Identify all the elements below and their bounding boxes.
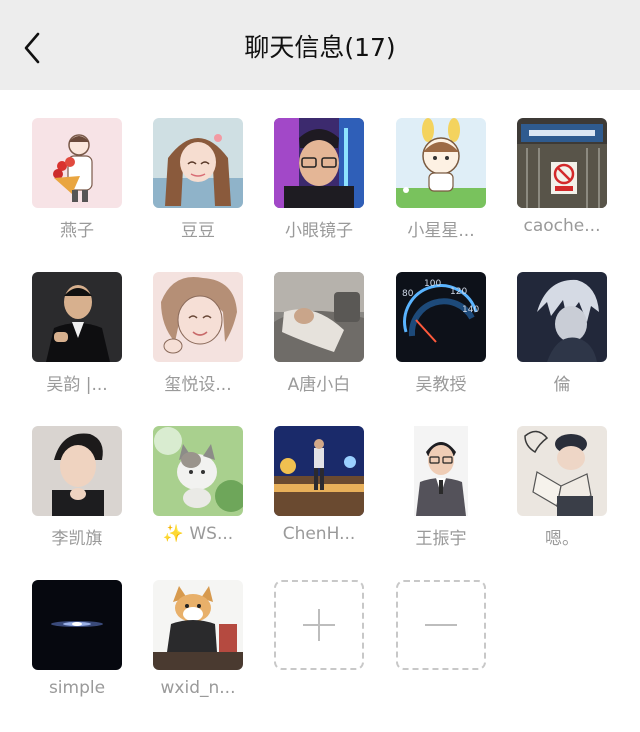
member-name: A唐小白 xyxy=(287,375,351,395)
member-item[interactable]: ChenH... xyxy=(258,426,380,566)
member-name: 小眼镜子 xyxy=(285,221,353,241)
avatar[interactable] xyxy=(153,272,243,362)
member-name: ChenH... xyxy=(282,524,356,544)
avatar[interactable]: 80 100 120 140 xyxy=(396,272,486,362)
remove-member-tile[interactable] xyxy=(396,580,486,670)
member-item[interactable]: 王振宇 xyxy=(380,426,502,566)
avatar[interactable] xyxy=(153,580,243,670)
member-item[interactable]: 李凯旗 xyxy=(16,426,138,566)
member-item[interactable]: 吴韵 |... xyxy=(16,272,138,412)
avatar[interactable] xyxy=(517,426,607,516)
avatar[interactable] xyxy=(396,426,486,516)
member-name: 李凯旗 xyxy=(51,529,103,549)
avatar[interactable] xyxy=(274,426,364,516)
member-name: ✨ WS... xyxy=(162,524,234,544)
top-bar: 聊天信息(17) xyxy=(0,0,640,90)
avatar[interactable] xyxy=(32,272,122,362)
member-item[interactable]: 倫 xyxy=(501,272,623,412)
avatar[interactable] xyxy=(32,580,122,670)
member-item[interactable]: A唐小白 xyxy=(258,272,380,412)
member-name: 吴韵 |... xyxy=(46,375,108,395)
member-item[interactable]: ✨ WS... xyxy=(137,426,259,566)
member-item[interactable]: caoche... xyxy=(501,118,623,258)
minus-icon xyxy=(425,624,457,626)
member-grid: 燕子 豆豆 小眼镜子 小星星... caoche... 吴韵 |... 玺悦设.… xyxy=(0,90,640,732)
member-item[interactable]: 豆豆 xyxy=(137,118,259,258)
add-member-button[interactable] xyxy=(258,580,380,720)
avatar[interactable] xyxy=(517,272,607,362)
member-name: 燕子 xyxy=(60,221,94,241)
avatar[interactable] xyxy=(32,118,122,208)
avatar[interactable] xyxy=(32,426,122,516)
member-name: 豆豆 xyxy=(181,221,215,241)
add-member-tile[interactable] xyxy=(274,580,364,670)
avatar[interactable] xyxy=(274,118,364,208)
svg-text:80: 80 xyxy=(402,289,414,299)
plus-icon xyxy=(303,609,335,641)
member-name: 嗯。 xyxy=(545,529,579,549)
member-name: 玺悦设... xyxy=(164,375,232,395)
avatar[interactable] xyxy=(517,118,607,208)
member-item[interactable]: 燕子 xyxy=(16,118,138,258)
avatar[interactable] xyxy=(396,118,486,208)
member-item[interactable]: 小眼镜子 xyxy=(258,118,380,258)
member-item[interactable]: 80 100 120 140 吴教授 xyxy=(380,272,502,412)
avatar[interactable] xyxy=(153,118,243,208)
member-item[interactable]: 嗯。 xyxy=(501,426,623,566)
svg-text:120: 120 xyxy=(450,287,467,297)
svg-text:100: 100 xyxy=(424,279,441,289)
member-item[interactable]: 小星星... xyxy=(380,118,502,258)
member-name: 吴教授 xyxy=(415,375,467,395)
svg-text:140: 140 xyxy=(462,305,479,315)
member-item[interactable]: simple xyxy=(16,580,138,720)
member-name: caoche... xyxy=(523,216,601,236)
member-item[interactable]: wxid_n... xyxy=(137,580,259,720)
member-name: 王振宇 xyxy=(415,529,467,549)
remove-member-button[interactable] xyxy=(380,580,502,720)
page-title: 聊天信息(17) xyxy=(244,33,396,62)
avatar[interactable] xyxy=(274,272,364,362)
member-name: 倫 xyxy=(553,375,571,395)
avatar[interactable] xyxy=(153,426,243,516)
member-name: 小星星... xyxy=(407,221,475,241)
member-item[interactable]: 玺悦设... xyxy=(137,272,259,412)
member-name: wxid_n... xyxy=(160,678,236,698)
member-name: simple xyxy=(48,678,106,698)
